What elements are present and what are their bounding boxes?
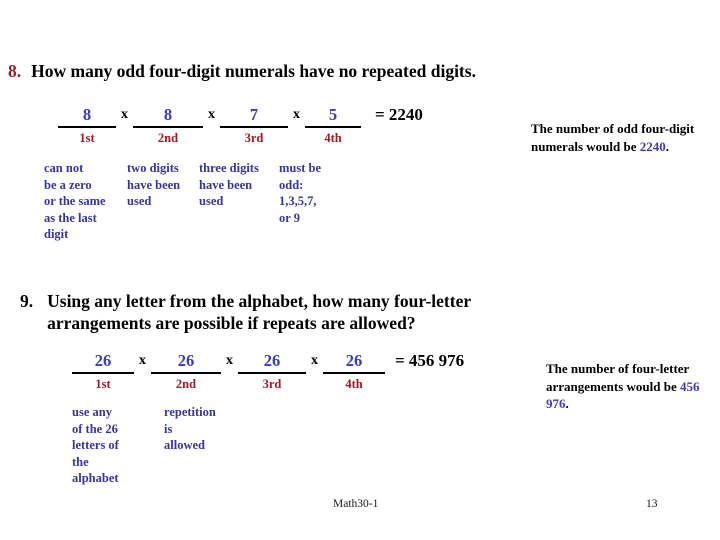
slot-label: 1st [79, 131, 95, 145]
slot-label: 2nd [175, 377, 197, 391]
question-9-note: The number of four-letter arrangements w… [546, 360, 716, 413]
question-8-slot-4[interactable]: 5 4th [305, 106, 361, 146]
multiply-symbol-1: x [121, 107, 128, 122]
question-9-slot-4[interactable]: 26 4th [323, 352, 385, 392]
multiply-symbol-3: x [293, 107, 300, 122]
slot-rule [220, 125, 288, 128]
slot-label: 2nd [157, 131, 179, 145]
slot-label: 1st [95, 377, 111, 391]
multiply-symbol-3: x [311, 353, 318, 368]
slot-value: 26 [177, 351, 195, 370]
multiply-symbol-2: x [226, 353, 233, 368]
question-9-text-line-2: arrangements are possible if repeats are… [47, 313, 416, 333]
slot-label: 4th [345, 377, 363, 391]
slot-label: 3rd [262, 377, 282, 391]
question-8-heading: 8. How many odd four-digit numerals have… [8, 60, 708, 82]
question-9-number: 9. [20, 291, 34, 311]
question-9-text: Using any letter from the alphabet, how … [47, 290, 471, 334]
question-9-result: = 456 976 [395, 351, 465, 370]
reason-column-4: must be odd: 1,3,5,7, or 9 [279, 161, 322, 225]
slide-canvas: 8. How many odd four-digit numerals have… [0, 0, 720, 540]
question-9-text-line-1: Using any letter from the alphabet, how … [47, 291, 472, 311]
footer-page-number: 13 [646, 498, 658, 510]
question-9-worksheet: 26 1st x 26 2nd x 26 3rd x 26 4th = 456 … [72, 352, 464, 392]
question-9-slot-1[interactable]: 26 1st [72, 352, 134, 392]
slot-value: 26 [345, 351, 363, 370]
slot-rule [151, 371, 221, 374]
slot-rule [238, 371, 306, 374]
note-lead-text: The number of four-letter arrangements w… [546, 361, 690, 394]
note-tail-text: . [665, 138, 669, 154]
question-8-slot-1[interactable]: 8 1st [58, 106, 116, 146]
reason-column-3: three digits have been used [199, 161, 259, 208]
question-8-note: The number of odd four-digit numerals wo… [531, 120, 709, 155]
slot-rule [72, 371, 134, 374]
slot-value: 7 [249, 105, 259, 124]
reason-column-1: can not be a zero or the same as the las… [44, 161, 106, 241]
note-highlight-value: 2240 [639, 138, 666, 154]
slot-rule [305, 125, 361, 128]
question-8-worksheet: 8 1st x 8 2nd x 7 3rd x 5 4th = 2240 [58, 106, 423, 146]
slot-value: 8 [163, 105, 173, 124]
slot-rule [323, 371, 385, 374]
question-9-slot-2[interactable]: 26 2nd [151, 352, 221, 392]
multiply-symbol-2: x [208, 107, 215, 122]
slot-rule [133, 125, 203, 128]
question-8-slot-3[interactable]: 7 3rd [220, 106, 288, 146]
question-8-result: = 2240 [375, 105, 423, 124]
reason-column-2: repetition is allowed [164, 405, 216, 452]
note-tail-text: . [565, 396, 569, 411]
question-9-slot-3[interactable]: 26 3rd [238, 352, 306, 392]
question-8-number: 8. [8, 61, 22, 81]
question-8-text: How many odd four-digit numerals have no… [31, 61, 476, 81]
question-9-reasons: use any of the 26 letters of the alphabe… [72, 404, 254, 487]
question-8-reasons: can not be a zero or the same as the las… [44, 160, 349, 243]
slot-label: 4th [324, 131, 342, 145]
footer-course-label: Math30-1 [333, 498, 379, 510]
multiply-symbol-1: x [139, 353, 146, 368]
question-9-heading: 9. Using any letter from the alphabet, h… [20, 290, 710, 334]
reason-column-2: two digits have been used [127, 161, 181, 208]
slot-value: 5 [328, 105, 338, 124]
note-lead-text: The number of odd four-digit numerals wo… [531, 121, 695, 154]
slot-label: 3rd [244, 131, 264, 145]
slot-value: 26 [263, 351, 281, 370]
question-8-slot-2[interactable]: 8 2nd [133, 106, 203, 146]
slot-rule [58, 125, 116, 128]
slot-value: 26 [94, 351, 112, 370]
reason-column-1: use any of the 26 letters of the alphabe… [72, 405, 119, 485]
slot-value: 8 [82, 105, 92, 124]
